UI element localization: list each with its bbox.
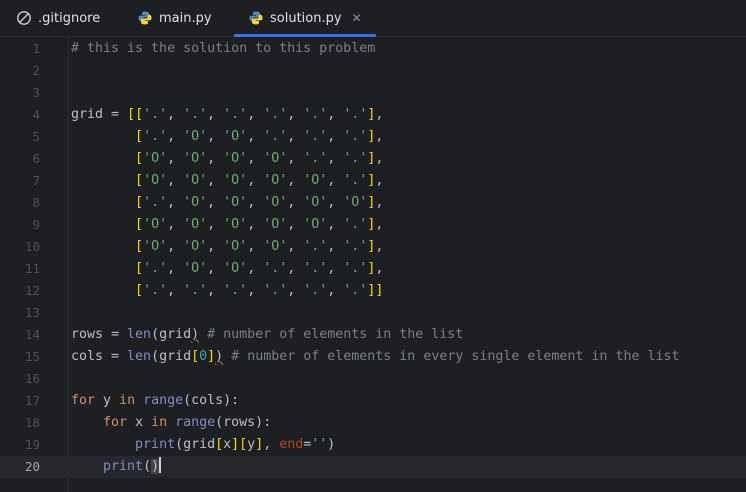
editor-tab-bar: .gitignore main.py solution.py ✕ [0, 0, 746, 37]
line-number: 11 [24, 261, 40, 276]
code-line[interactable]: 13 [0, 302, 746, 324]
gitignore-icon [17, 11, 31, 25]
code-line[interactable]: 14 rows = len(grid) # number of elements … [0, 324, 746, 346]
code-line[interactable]: 12 ['.', '.', '.', '.', '.', '.']] [0, 280, 746, 302]
code-text: ['.', '.', '.', '.', '.', '.']] [135, 283, 384, 298]
code-text: ['.', 'O', 'O', '.', '.', '.'], [135, 261, 384, 276]
code-line[interactable]: 7 ['O', 'O', 'O', 'O', 'O', '.'], [0, 170, 746, 192]
line-number: 9 [32, 217, 40, 232]
line-number: 4 [32, 107, 40, 122]
line-number: 17 [24, 393, 40, 408]
code-text: ['O', 'O', 'O', 'O', 'O', '.'], [135, 217, 384, 232]
line-number: 18 [24, 415, 40, 430]
line-number: 7 [32, 173, 40, 188]
line-number: 5 [32, 129, 40, 144]
code-text: cols = len(grid[0]) # number of elements… [71, 349, 680, 364]
text-caret [159, 457, 162, 473]
line-number: 6 [32, 151, 40, 166]
code-line[interactable]: 4 grid = [['.', '.', '.', '.', '.', '.'], [0, 104, 746, 126]
code-line[interactable]: 17 for y in range(cols): [0, 390, 746, 412]
line-number: 19 [24, 437, 40, 452]
line-number: 12 [24, 283, 40, 298]
code-editor[interactable]: 1 # this is the solution to this problem 2… [0, 37, 746, 492]
line-number: 13 [24, 305, 40, 320]
close-tab-icon[interactable]: ✕ [352, 11, 362, 25]
code-text: for y in range(cols): [71, 393, 240, 408]
code-text: ['.', 'O', 'O', 'O', 'O', 'O'], [135, 195, 384, 210]
line-number: 2 [32, 63, 40, 78]
tab-gitignore[interactable]: .gitignore [16, 0, 100, 36]
code-line[interactable]: 11 ['.', 'O', 'O', '.', '.', '.'], [0, 258, 746, 280]
python-icon [249, 11, 263, 25]
code-line[interactable]: 6 ['O', 'O', 'O', 'O', '.', '.'], [0, 148, 746, 170]
line-number: 15 [24, 349, 40, 364]
line-number: 8 [32, 195, 40, 210]
code-line[interactable]: 2 [0, 60, 746, 82]
tab-main-py[interactable]: main.py [137, 0, 212, 36]
line-number: 1 [32, 41, 40, 56]
code-line[interactable]: 5 ['.', 'O', 'O', '.', '.', '.'], [0, 126, 746, 148]
python-icon [138, 11, 152, 25]
tab-solution-py[interactable]: solution.py ✕ [234, 0, 376, 37]
tab-label: solution.py [270, 10, 342, 26]
code-text: for x in range(rows): [103, 415, 272, 430]
code-line[interactable]: 18 for x in range(rows): [0, 412, 746, 434]
tab-label: .gitignore [38, 10, 101, 26]
code-text: ['O', 'O', 'O', 'O', '.', '.'], [135, 239, 384, 254]
code-line[interactable]: 8 ['.', 'O', 'O', 'O', 'O', 'O'], [0, 192, 746, 214]
code-line[interactable]: 19 print(grid[x][y], end='') [0, 434, 746, 456]
code-text: rows = len(grid) # number of elements in… [71, 327, 464, 342]
code-line[interactable]: 20 print() [0, 456, 746, 478]
line-number: 3 [32, 85, 40, 100]
code-text: grid = [['.', '.', '.', '.', '.', '.'], [71, 107, 384, 122]
code-text: ['O', 'O', 'O', 'O', '.', '.'], [135, 151, 384, 166]
code-text: print(grid[x][y], end='') [135, 437, 336, 452]
line-number: 16 [24, 371, 40, 386]
line-number: 10 [24, 239, 40, 254]
line-number: 20 [24, 459, 40, 474]
line-number: 14 [24, 327, 40, 342]
code-text: # this is the solution to this problem [71, 41, 376, 56]
code-text: ['.', 'O', 'O', '.', '.', '.'], [135, 129, 384, 144]
tab-label: main.py [159, 10, 212, 26]
code-line[interactable]: 9 ['O', 'O', 'O', 'O', 'O', '.'], [0, 214, 746, 236]
code-line[interactable]: 15 cols = len(grid[0]) # number of elemen… [0, 346, 746, 368]
code-line[interactable]: 1 # this is the solution to this problem [0, 38, 746, 60]
code-line[interactable]: 3 [0, 82, 746, 104]
code-text: print() [103, 457, 162, 474]
code-text: ['O', 'O', 'O', 'O', 'O', '.'], [135, 173, 384, 188]
code-line[interactable]: 16 [0, 368, 746, 390]
code-line[interactable]: 10 ['O', 'O', 'O', 'O', '.', '.'], [0, 236, 746, 258]
